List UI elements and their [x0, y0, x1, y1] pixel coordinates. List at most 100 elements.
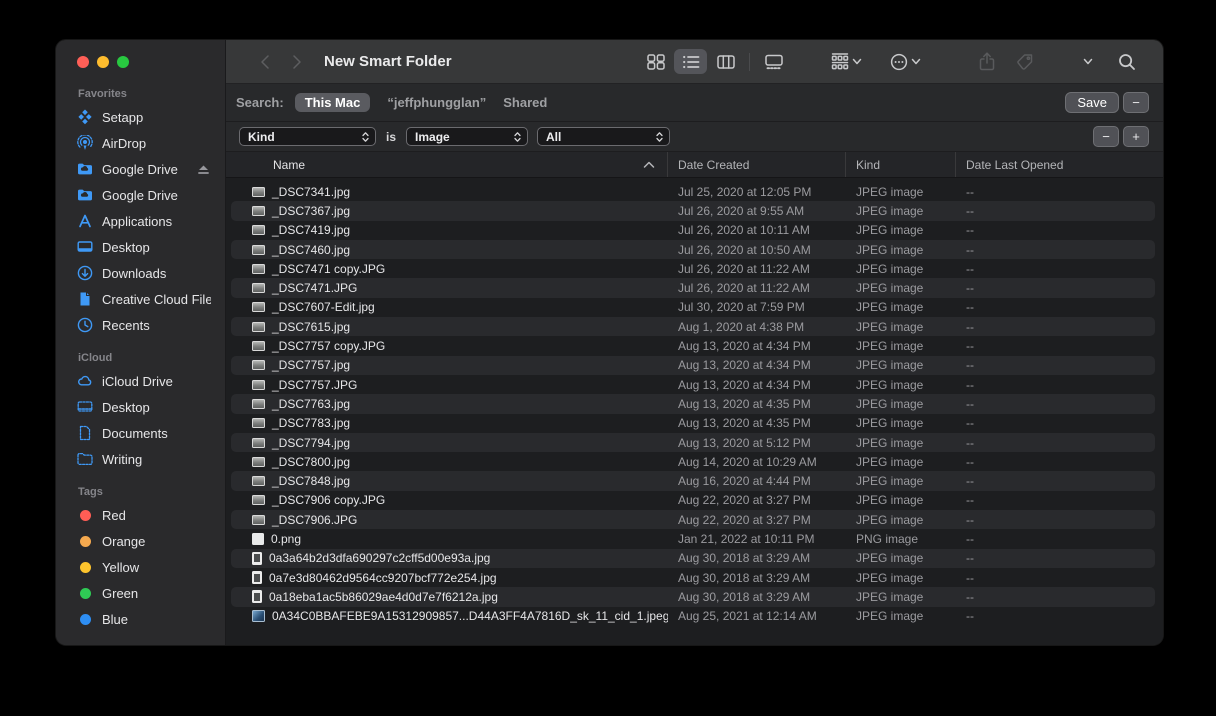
- file-row[interactable]: _DSC7848.jpgAug 16, 2020 at 4:44 PMJPEG …: [231, 471, 1155, 490]
- desktop-icon: [76, 239, 94, 255]
- filter-secondary-dropdown[interactable]: All: [537, 127, 670, 146]
- sidebar-item-orange[interactable]: Orange: [66, 528, 217, 554]
- sidebar-item-desktop[interactable]: Desktop: [66, 234, 217, 260]
- actions-button[interactable]: [889, 49, 922, 74]
- group-by-button[interactable]: [830, 49, 863, 74]
- file-row[interactable]: _DSC7763.jpgAug 13, 2020 at 4:35 PMJPEG …: [231, 394, 1155, 413]
- file-date-created: Aug 13, 2020 at 4:34 PM: [668, 378, 846, 392]
- sidebar-item-icloud-drive[interactable]: iCloud Drive: [66, 368, 217, 394]
- filter-field-dropdown[interactable]: Kind: [239, 127, 376, 146]
- scope-user-folder[interactable]: “jeffphungglan”: [387, 95, 486, 110]
- downloads-icon: [76, 265, 94, 281]
- file-kind: JPEG image: [846, 474, 956, 488]
- file-kind: JPEG image: [846, 204, 956, 218]
- file-name: _DSC7906 copy.JPG: [272, 493, 385, 507]
- file-row[interactable]: 0a3a64b2d3dfa690297c2cff5d00e93a.jpgAug …: [231, 549, 1155, 568]
- file-date-last-opened: --: [956, 204, 1155, 218]
- file-row[interactable]: _DSC7460.jpgJul 26, 2020 at 10:50 AMJPEG…: [231, 240, 1155, 259]
- file-name: _DSC7757.jpg: [272, 358, 350, 372]
- file-row[interactable]: 0a18eba1ac5b86029ae4d0d7e7f6212a.jpgAug …: [231, 587, 1155, 606]
- filter-value-dropdown[interactable]: Image: [406, 127, 528, 146]
- file-name-cell: _DSC7757.jpg: [231, 358, 668, 372]
- forward-button[interactable]: [286, 54, 308, 70]
- save-button[interactable]: Save: [1065, 92, 1119, 113]
- column-header-date-last-opened[interactable]: Date Last Opened: [956, 152, 1163, 177]
- file-date-last-opened: --: [956, 378, 1155, 392]
- file-name-cell: 0a3a64b2d3dfa690297c2cff5d00e93a.jpg: [231, 551, 668, 565]
- add-criterion-button[interactable]: +: [1123, 126, 1149, 147]
- file-row[interactable]: _DSC7783.jpgAug 13, 2020 at 4:35 PMJPEG …: [231, 414, 1155, 433]
- file-row[interactable]: 0a7e3d80462d9564cc9207bcf772e254.jpgAug …: [231, 568, 1155, 587]
- sort-ascending-icon: [643, 161, 655, 169]
- file-row[interactable]: _DSC7615.jpgAug 1, 2020 at 4:38 PMJPEG i…: [231, 317, 1155, 336]
- sidebar-item-label: Google Drive: [102, 162, 189, 177]
- sidebar-item-recents[interactable]: Recents: [66, 312, 217, 338]
- sidebar-item-setapp[interactable]: Setapp: [66, 104, 217, 130]
- share-button[interactable]: [970, 49, 1003, 74]
- gallery-view-button[interactable]: [757, 49, 790, 74]
- file-date-last-opened: --: [956, 300, 1155, 314]
- file-name: _DSC7800.jpg: [272, 455, 350, 469]
- sidebar-item-documents[interactable]: Documents: [66, 420, 217, 446]
- file-name: 0a18eba1ac5b86029ae4d0d7e7f6212a.jpg: [269, 590, 498, 604]
- file-row[interactable]: _DSC7367.jpgJul 26, 2020 at 9:55 AMJPEG …: [231, 201, 1155, 220]
- remove-search-button[interactable]: −: [1123, 92, 1149, 113]
- column-header-name[interactable]: Name: [226, 152, 668, 177]
- file-date-last-opened: --: [956, 455, 1155, 469]
- file-kind: JPEG image: [846, 513, 956, 527]
- sidebar-item-yellow[interactable]: Yellow: [66, 554, 217, 580]
- file-row[interactable]: _DSC7794.jpgAug 13, 2020 at 5:12 PMJPEG …: [231, 433, 1155, 452]
- remove-criterion-button[interactable]: −: [1093, 126, 1119, 147]
- icon-view-button[interactable]: [639, 49, 672, 74]
- scope-shared[interactable]: Shared: [503, 95, 547, 110]
- sidebar-item-label: Orange: [102, 534, 211, 549]
- file-name-cell: _DSC7906 copy.JPG: [231, 493, 668, 507]
- sidebar-item-writing[interactable]: Writing: [66, 446, 217, 472]
- file-row[interactable]: _DSC7607-Edit.jpgJul 30, 2020 at 7:59 PM…: [231, 298, 1155, 317]
- back-button[interactable]: [254, 54, 276, 70]
- file-row[interactable]: _DSC7757 copy.JPGAug 13, 2020 at 4:34 PM…: [231, 336, 1155, 355]
- column-header-date-created[interactable]: Date Created: [668, 152, 846, 177]
- eject-icon[interactable]: [197, 164, 211, 175]
- sidebar-item-creative-cloud-files[interactable]: Creative Cloud Files: [66, 286, 217, 312]
- file-row[interactable]: 0A34C0BBAFEBE9A15312909857...D44A3FF4A78…: [231, 607, 1155, 626]
- sidebar-item-applications[interactable]: Applications: [66, 208, 217, 234]
- chevron-down-icon: [1083, 58, 1093, 66]
- search-button[interactable]: [1110, 49, 1143, 74]
- close-button[interactable]: [77, 56, 89, 68]
- file-row[interactable]: _DSC7906.JPGAug 22, 2020 at 3:27 PMJPEG …: [231, 510, 1155, 529]
- file-row[interactable]: 0.pngJan 21, 2022 at 10:11 PMPNG image--: [231, 529, 1155, 548]
- sidebar-item-desktop[interactable]: Desktop: [66, 394, 217, 420]
- sidebar-item-blue[interactable]: Blue: [66, 606, 217, 632]
- tag-button[interactable]: [1008, 49, 1041, 74]
- file-name: _DSC7783.jpg: [272, 416, 350, 430]
- toolbar-overflow-button[interactable]: [1071, 49, 1104, 74]
- file-row[interactable]: _DSC7419.jpgJul 26, 2020 at 10:11 AMJPEG…: [231, 221, 1155, 240]
- sidebar-item-label: Desktop: [102, 240, 211, 255]
- file-row[interactable]: _DSC7471 copy.JPGJul 26, 2020 at 11:22 A…: [231, 259, 1155, 278]
- file-name: _DSC7607-Edit.jpg: [272, 300, 375, 314]
- sidebar-item-green[interactable]: Green: [66, 580, 217, 606]
- file-date-created: Aug 22, 2020 at 3:27 PM: [668, 513, 846, 527]
- file-row[interactable]: _DSC7341.jpgJul 25, 2020 at 12:05 PMJPEG…: [231, 182, 1155, 201]
- sidebar-item-downloads[interactable]: Downloads: [66, 260, 217, 286]
- file-row[interactable]: _DSC7800.jpgAug 14, 2020 at 10:29 AMJPEG…: [231, 452, 1155, 471]
- list-view-button[interactable]: [674, 49, 707, 74]
- column-view-button[interactable]: [709, 49, 742, 74]
- sidebar-item-red[interactable]: Red: [66, 502, 217, 528]
- sidebar-item-google-drive[interactable]: Google Drive: [66, 156, 217, 182]
- file-name-cell: _DSC7906.JPG: [231, 513, 668, 527]
- file-kind: JPEG image: [846, 378, 956, 392]
- column-header-kind[interactable]: Kind: [846, 152, 956, 177]
- file-row[interactable]: _DSC7757.JPGAug 13, 2020 at 4:34 PMJPEG …: [231, 375, 1155, 394]
- file-row[interactable]: _DSC7906 copy.JPGAug 22, 2020 at 3:27 PM…: [231, 491, 1155, 510]
- zoom-button[interactable]: [117, 56, 129, 68]
- minimize-button[interactable]: [97, 56, 109, 68]
- file-date-created: Jan 21, 2022 at 10:11 PM: [668, 532, 846, 546]
- file-row[interactable]: _DSC7757.jpgAug 13, 2020 at 4:34 PMJPEG …: [231, 356, 1155, 375]
- file-row[interactable]: _DSC7471.JPGJul 26, 2020 at 11:22 AMJPEG…: [231, 278, 1155, 297]
- scope-this-mac[interactable]: This Mac: [295, 93, 371, 112]
- filter-value-text: Image: [415, 130, 450, 144]
- sidebar-item-google-drive[interactable]: Google Drive: [66, 182, 217, 208]
- sidebar-item-airdrop[interactable]: AirDrop: [66, 130, 217, 156]
